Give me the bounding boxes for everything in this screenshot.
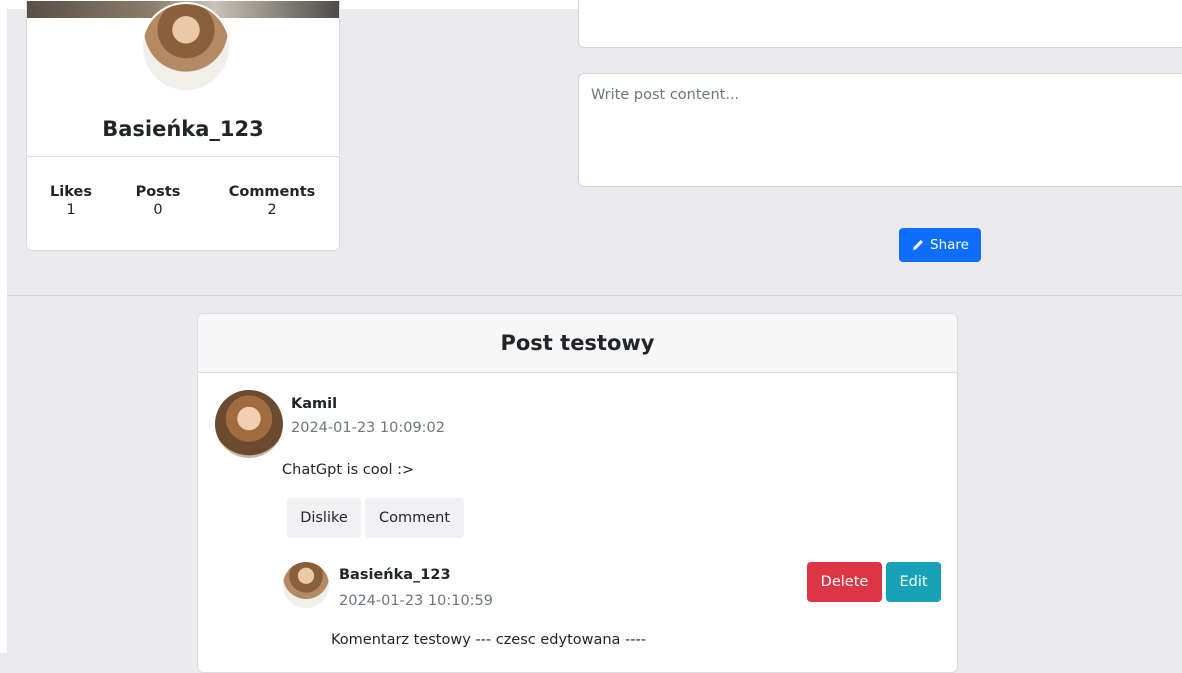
delete-comment-button[interactable]: Delete: [807, 562, 882, 602]
page-edge: [0, 0, 7, 653]
share-button-label: Share: [930, 237, 969, 253]
edit-comment-button[interactable]: Edit: [886, 562, 941, 602]
stat-comments-value: 2: [267, 202, 277, 218]
stat-posts-label: Posts: [135, 184, 181, 200]
post-author-name: Kamil: [291, 396, 338, 412]
stat-likes-value: 1: [66, 202, 76, 218]
dislike-button[interactable]: Dislike: [287, 498, 361, 538]
post-body: ChatGpt is cool :>: [282, 462, 415, 478]
post-card: Post testowy Kamil 2024-01-23 10:09:02 C…: [197, 313, 958, 673]
comment-body: Komentarz testowy --- czesc edytowana --…: [331, 632, 646, 648]
comment-author-avatar: [283, 562, 329, 608]
profile-username: Basieńka_123: [102, 117, 264, 141]
stat-posts: Posts 0: [133, 184, 183, 218]
comment-author-name: Basieńka_123: [339, 567, 451, 583]
comment-date: 2024-01-23 10:10:59: [339, 593, 493, 609]
profile-avatar: [141, 2, 231, 92]
stat-comments-label: Comments: [228, 184, 316, 200]
comment-button[interactable]: Comment: [365, 498, 464, 538]
post-author-avatar: [215, 390, 283, 458]
profile-card: Basieńka_123 Likes 1 Posts 0 Comments 2: [26, 0, 340, 251]
stat-posts-value: 0: [153, 202, 163, 218]
post-title-input[interactable]: [578, 0, 1182, 48]
post-content-input[interactable]: [578, 73, 1182, 187]
stat-likes: Likes 1: [47, 184, 95, 218]
stat-comments: Comments 2: [227, 184, 317, 218]
stat-likes-label: Likes: [50, 184, 92, 200]
pencil-icon: [913, 239, 923, 250]
share-button[interactable]: Share: [899, 228, 981, 262]
post-title: Post testowy: [198, 314, 957, 373]
post-date: 2024-01-23 10:09:02: [291, 420, 445, 436]
section-divider: [7, 295, 1182, 296]
profile-divider: [27, 156, 339, 157]
